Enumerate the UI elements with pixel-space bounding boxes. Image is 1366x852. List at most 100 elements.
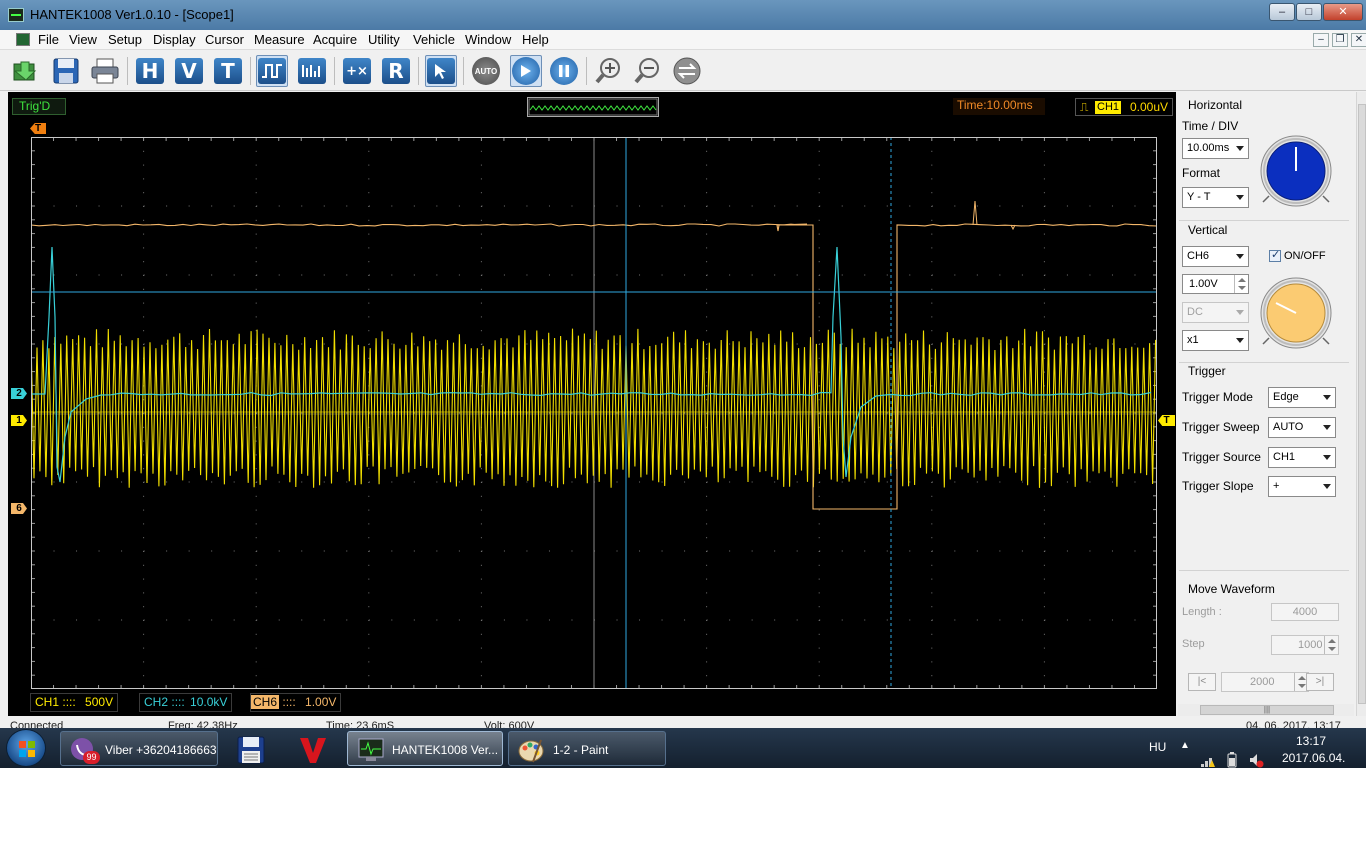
menu-measure[interactable]: Measure bbox=[254, 32, 305, 47]
oscilloscope-app-icon[interactable] bbox=[8, 8, 24, 22]
onoff-checkbox[interactable] bbox=[1269, 248, 1281, 262]
step-spinner[interactable]: 1000 bbox=[1271, 635, 1339, 655]
title-bar: HANTEK1008 Ver1.0.10 - [Scope1] – □ ✕ bbox=[0, 0, 1366, 30]
length-field[interactable]: 4000 bbox=[1271, 603, 1339, 621]
menu-cursor[interactable]: Cursor bbox=[205, 32, 244, 47]
coupling-value: DC bbox=[1187, 306, 1203, 318]
grid-dot bbox=[143, 261, 145, 263]
menu-acquire[interactable]: Acquire bbox=[313, 32, 357, 47]
language-indicator[interactable]: HU bbox=[1149, 740, 1166, 780]
auto-button[interactable]: AUTO bbox=[470, 55, 502, 87]
menu-utility[interactable]: Utility bbox=[368, 32, 400, 47]
mdi-restore-button[interactable]: ❐ bbox=[1332, 33, 1348, 47]
trigger-sweep-select[interactable]: AUTO bbox=[1268, 417, 1336, 438]
grid-dot bbox=[931, 481, 933, 483]
menu-help[interactable]: Help bbox=[522, 32, 549, 47]
time-div-knob[interactable] bbox=[1259, 134, 1333, 208]
mdi-minimize-button[interactable]: – bbox=[1313, 33, 1329, 47]
grid-dot bbox=[1043, 537, 1045, 539]
grid-dot bbox=[255, 468, 257, 470]
grid-dot bbox=[729, 550, 731, 552]
close-button[interactable]: ✕ bbox=[1323, 3, 1363, 21]
waveform-overview[interactable] bbox=[527, 97, 659, 117]
menu-display[interactable]: Display bbox=[153, 32, 196, 47]
probe-select[interactable]: x1 bbox=[1182, 330, 1249, 351]
grid-dot bbox=[818, 330, 820, 332]
ch2-scale-label[interactable]: CH2 :::: 10.0kV bbox=[139, 693, 233, 712]
grid-dot bbox=[818, 495, 820, 497]
grid-dot bbox=[211, 550, 213, 552]
save-button[interactable] bbox=[50, 55, 82, 87]
run-button[interactable] bbox=[510, 55, 542, 87]
move-right-button[interactable]: >| bbox=[1306, 673, 1334, 691]
reference-button[interactable]: R bbox=[380, 55, 412, 87]
print-button[interactable] bbox=[89, 55, 121, 87]
grid-dot bbox=[818, 164, 820, 166]
zoom-out-button[interactable] bbox=[632, 55, 664, 87]
math-button[interactable]: +× bbox=[341, 55, 373, 87]
pause-button[interactable] bbox=[548, 55, 580, 87]
coupling-select[interactable]: DC bbox=[1182, 302, 1249, 323]
pause-icon bbox=[550, 57, 578, 85]
panel-horizontal-scrollbar[interactable]: ||| bbox=[1178, 704, 1354, 716]
start-button[interactable] bbox=[6, 729, 46, 767]
trigger-source-select[interactable]: CH1 bbox=[1268, 447, 1336, 468]
spinner-arrows-icon[interactable] bbox=[1324, 636, 1338, 654]
network-warning-icon[interactable] bbox=[1200, 741, 1216, 781]
grid-dot bbox=[368, 219, 370, 221]
menu-window[interactable]: Window bbox=[465, 32, 511, 47]
taskbar-item-viber[interactable]: 99 Viber +36204186663 bbox=[60, 731, 218, 766]
volts-div-spinner[interactable]: 1.00V bbox=[1182, 274, 1249, 294]
square-wave-button[interactable] bbox=[256, 55, 288, 87]
scrollbar-thumb[interactable]: ||| bbox=[1200, 705, 1334, 715]
position-spinner[interactable]: 2000 bbox=[1221, 672, 1309, 692]
format-select[interactable]: Y - T bbox=[1182, 187, 1249, 208]
menu-view[interactable]: View bbox=[69, 32, 97, 47]
zoom-in-button[interactable] bbox=[593, 55, 625, 87]
minimize-button[interactable]: – bbox=[1269, 3, 1295, 21]
clock-date[interactable]: 2017.06.04. bbox=[1282, 751, 1345, 791]
grid-dot bbox=[616, 619, 618, 621]
vertical-button[interactable]: V bbox=[173, 55, 205, 87]
taskbar-pinned-v-app[interactable] bbox=[288, 731, 336, 766]
move-left-button[interactable]: |< bbox=[1188, 673, 1216, 691]
trigger-mode-select[interactable]: Edge bbox=[1268, 387, 1336, 408]
grid-dot bbox=[931, 247, 933, 249]
horizontal-button[interactable]: H bbox=[134, 55, 166, 87]
document-icon[interactable] bbox=[16, 33, 30, 46]
trigger-button[interactable]: T bbox=[212, 55, 244, 87]
taskbar-item-paint[interactable]: 1-2 - Paint bbox=[508, 731, 666, 766]
taskbar-item-hantek[interactable]: HANTEK1008 Ver... bbox=[347, 731, 503, 766]
exchange-button[interactable] bbox=[671, 55, 703, 87]
taskbar-pinned-floppy[interactable] bbox=[226, 731, 274, 766]
menu-file[interactable]: File bbox=[38, 32, 59, 47]
waveform-grid[interactable] bbox=[31, 137, 1157, 689]
speaker-muted-icon[interactable] bbox=[1248, 740, 1264, 780]
ch6-scale-label[interactable]: CH6 :::: 1.00V bbox=[250, 693, 342, 712]
scrollbar-thumb[interactable] bbox=[1358, 104, 1366, 704]
cursor-select-button[interactable] bbox=[425, 55, 457, 87]
maximize-button[interactable]: □ bbox=[1296, 3, 1322, 21]
grid-dot bbox=[729, 481, 731, 483]
spinner-arrows-icon[interactable] bbox=[1234, 275, 1248, 293]
step-wave-button[interactable] bbox=[296, 55, 328, 87]
taskbar-item-label: Viber +36204186663 bbox=[105, 743, 217, 757]
channel-select[interactable]: CH6 bbox=[1182, 246, 1249, 267]
grid-dot bbox=[211, 274, 213, 276]
trigger-source-label: Trigger Source bbox=[1182, 450, 1261, 464]
time-div-select[interactable]: 10.00ms bbox=[1182, 138, 1249, 159]
menu-setup[interactable]: Setup bbox=[108, 32, 142, 47]
tray-expand-icon[interactable]: ▲ bbox=[1180, 740, 1190, 780]
volts-div-knob[interactable] bbox=[1259, 276, 1333, 350]
grid-dot bbox=[98, 205, 100, 207]
open-button[interactable] bbox=[10, 55, 42, 87]
ch1-scale-label[interactable]: CH1 :::: 500V bbox=[30, 693, 119, 712]
menu-vehicle[interactable]: Vehicle bbox=[413, 32, 455, 47]
chevron-down-icon bbox=[1323, 455, 1331, 460]
battery-icon[interactable] bbox=[1226, 740, 1238, 780]
trigger-slope-select[interactable]: + bbox=[1268, 476, 1336, 497]
panel-vertical-scrollbar[interactable] bbox=[1356, 92, 1366, 716]
mdi-close-button[interactable]: ✕ bbox=[1351, 33, 1366, 47]
grid-dot bbox=[548, 205, 550, 207]
grid-dot bbox=[368, 192, 370, 194]
